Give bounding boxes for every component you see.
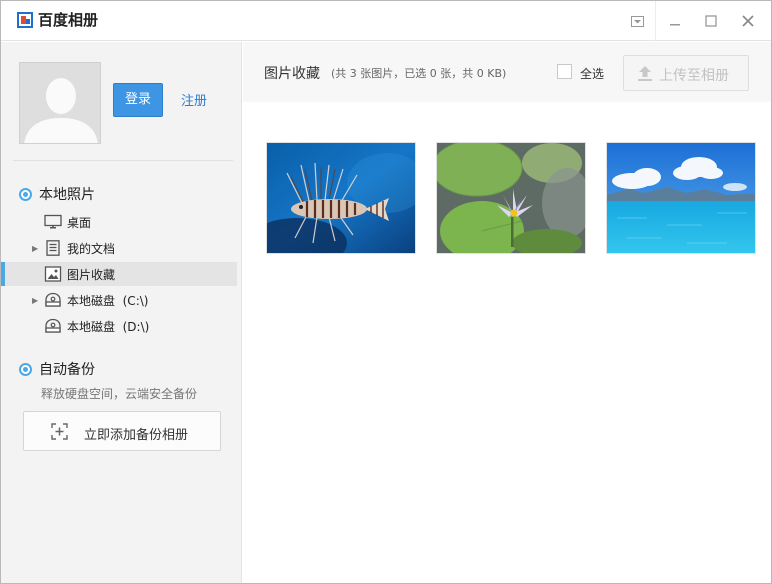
photo-thumbnail-lionfish[interactable] [266,142,416,254]
app-logo-icon [17,12,33,28]
local-photos-title: 本地照片 [39,187,95,203]
add-backup-album-label: 立即添加备份相册 [84,428,189,443]
main-content: 图片收藏 (共 3 张图片，已选 0 张，共 0 KB) 全选 上传至相册 [243,42,771,583]
photo-thumbnail-sea-and-sky[interactable] [606,142,756,254]
login-button[interactable]: 登录 [113,83,163,117]
select-all-checkbox[interactable] [557,64,572,79]
disk-icon [44,318,62,334]
sidebar: 登录 注册 本地照片 桌面 ▶ 我的文档 图片收藏 ▶ 本地磁盘 (C:\) 本… [1,42,242,583]
sidebar-item-label: 桌面 [67,215,92,230]
photo-stats: (共 3 张图片，已选 0 张，共 0 KB) [331,67,507,80]
upload-icon [637,65,653,82]
title-bar: 百度相册 [1,1,771,41]
main-header: 图片收藏 (共 3 张图片，已选 0 张，共 0 KB) 全选 上传至相册 [243,42,771,102]
auto-backup-header: 自动备份 [19,359,95,379]
sidebar-item-my-documents[interactable]: ▶ 我的文档 [1,236,237,260]
water-lily-photo [437,143,585,253]
sidebar-item-label: 本地磁盘 (C:\) [67,293,149,308]
select-all-label[interactable]: 全选 [580,65,604,82]
sidebar-item-label: 图片收藏 [67,267,116,282]
title-bar-divider [655,1,656,41]
add-backup-album-button[interactable]: 立即添加备份相册 [23,411,221,451]
lionfish-photo [267,143,415,253]
document-icon [44,240,62,256]
auto-backup-title: 自动备份 [39,362,95,378]
photo-thumbnail-water-lily[interactable] [436,142,586,254]
dropdown-menu-icon[interactable] [622,1,652,41]
picture-icon [44,266,62,282]
minimize-icon[interactable] [660,1,690,41]
app-title: 百度相册 [38,11,99,29]
auto-backup-subtitle: 释放硬盘空间，云端安全备份 [41,387,198,401]
sidebar-item-picture-collection[interactable]: 图片收藏 [1,262,237,286]
add-album-icon [51,423,68,440]
close-icon[interactable] [733,1,763,41]
sea-and-sky-photo [607,143,755,253]
sidebar-item-label: 我的文档 [67,241,116,256]
register-link[interactable]: 注册 [181,90,207,109]
avatar[interactable] [19,62,101,144]
upload-to-album-label: 上传至相册 [659,68,729,84]
page-title: 图片收藏 [264,66,320,82]
app-window: 百度相册 登录 注册 本地照片 桌面 ▶ 我的文档 图片收藏 ▶ 本地磁盘 (C… [0,0,772,584]
maximize-icon[interactable] [696,1,726,41]
sidebar-item-label: 本地磁盘 (D:\) [67,319,150,334]
sidebar-item-disk-d[interactable]: 本地磁盘 (D:\) [1,314,237,338]
section-bullet-icon [19,362,32,376]
expand-arrow-icon[interactable]: ▶ [32,296,38,305]
upload-to-album-button[interactable]: 上传至相册 [623,55,749,91]
expand-arrow-icon[interactable]: ▶ [32,244,38,253]
sidebar-item-desktop[interactable]: 桌面 [1,210,237,234]
desktop-icon [44,214,62,230]
default-avatar-icon [20,63,100,143]
sidebar-divider [13,160,233,161]
section-bullet-icon [19,187,32,201]
local-photos-header: 本地照片 [19,184,95,204]
sidebar-item-disk-c[interactable]: ▶ 本地磁盘 (C:\) [1,288,237,312]
disk-icon [44,292,62,308]
